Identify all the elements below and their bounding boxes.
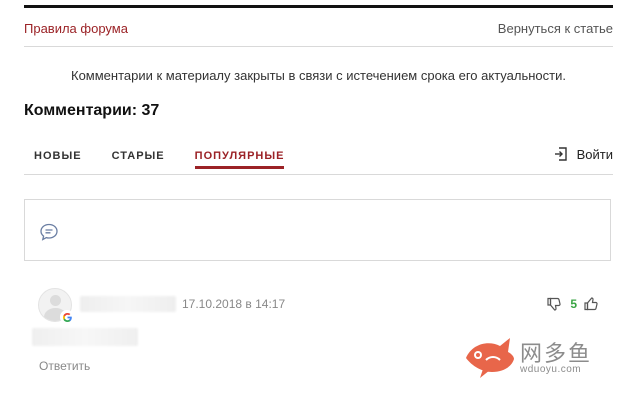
sort-tabs: НОВЫЕ СТАРЫЕ ПОПУЛЯРНЫЕ (24, 146, 314, 174)
login-label: Войти (576, 146, 613, 162)
watermark: 网多鱼 wduoyu.com (462, 332, 612, 382)
thumbs-up-icon (584, 297, 598, 311)
forum-rules-link[interactable]: Правила форума (24, 21, 128, 36)
comment-text-redacted (32, 328, 138, 346)
header-links: Правила форума Вернуться к статье (24, 18, 613, 38)
comments-count-heading: Комментарии: 37 (24, 102, 160, 119)
google-icon (60, 310, 74, 324)
author-name-redacted (80, 296, 176, 312)
tab-old[interactable]: СТАРЫЕ (112, 146, 165, 168)
login-icon (554, 147, 567, 161)
comments-closed-notice: Комментарии к материалу закрыты в связи … (71, 68, 566, 83)
watermark-url: wduoyu.com (520, 364, 582, 375)
tabs-divider (24, 174, 613, 175)
comment-input[interactable] (24, 199, 611, 261)
back-to-article-link[interactable]: Вернуться к статье (498, 21, 613, 36)
like-button[interactable] (583, 296, 599, 312)
comments-page: Правила форума Вернуться к статье Коммен… (0, 0, 640, 400)
vote-score: 5 (570, 297, 577, 311)
login-button[interactable]: Войти (553, 146, 613, 162)
tab-new[interactable]: НОВЫЕ (34, 146, 82, 168)
fish-logo-icon (466, 338, 514, 378)
comment-votes: 5 (546, 296, 599, 312)
header-divider (24, 46, 613, 47)
reply-link[interactable]: Ответить (39, 359, 90, 373)
dislike-button[interactable] (546, 296, 562, 312)
thumbs-down-icon (547, 297, 561, 311)
tab-popular[interactable]: ПОПУЛЯРНЫЕ (194, 146, 285, 169)
speech-bubble-icon (40, 223, 58, 241)
top-divider (24, 5, 613, 8)
comment-timestamp: 17.10.2018 в 14:17 (182, 297, 286, 311)
